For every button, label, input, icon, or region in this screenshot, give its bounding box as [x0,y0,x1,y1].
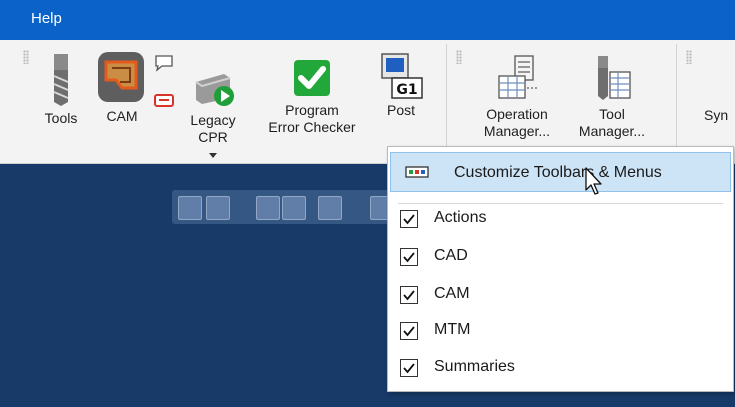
cam-menu-label: CAM [434,285,470,302]
customize-toolbar-icon [405,166,429,178]
group-separator [676,44,677,160]
toolbar-grip[interactable] [23,50,29,64]
legacy-cpr-label-1: Legacy [190,112,236,128]
cam-button[interactable]: CAM [92,50,152,125]
dimension-icon[interactable] [206,196,230,220]
mtm-checkbox[interactable] [400,322,418,340]
floating-view-toolbar [172,190,394,224]
customize-toolbars-label: Customize Toolbars & Menus [454,164,662,181]
tool-manager-label-2: Manager... [578,123,646,139]
menu-item-mtm[interactable]: MTM [400,320,720,344]
checkmark-icon [403,290,415,301]
checkmark-icon [403,214,415,225]
mouse-cursor-icon [585,167,602,195]
cube-icon[interactable] [282,196,306,220]
menu-help[interactable]: Help [31,10,62,27]
tool-manager-button[interactable]: Tool Manager... [564,54,660,140]
program-error-checker-label-1: Program [285,102,339,118]
legacy-cpr-button[interactable]: Legacy CPR [186,68,240,163]
mtm-label: MTM [434,321,471,338]
cam-icon [98,52,144,102]
cad-label: CAD [434,247,468,264]
toolbar-context-menu: Customize Toolbars & Menus Actions CAD C… [387,146,734,392]
legacy-cpr-icon [195,74,234,106]
legacy-cpr-label-2: CPR [198,129,228,145]
speech-bubble-icon[interactable] [154,54,174,72]
customize-toolbars-menu-item[interactable]: Customize Toolbars & Menus [390,152,731,192]
corner-icon[interactable] [318,196,342,220]
dropdown-arrow-icon[interactable] [209,153,217,159]
operation-manager-label-1: Operation [486,106,548,122]
operation-manager-icon [498,55,537,99]
menu-item-summaries[interactable]: Summaries [400,357,720,381]
post-icon: G1 [381,53,423,99]
program-error-checker-button[interactable]: Program Error Checker [252,58,372,136]
tools-button[interactable]: Tools [36,54,86,127]
post-icon-text: G1 [396,82,417,98]
post-label: Post [386,102,415,118]
actions-checkbox[interactable] [400,210,418,228]
toolbar-grip[interactable] [456,50,462,64]
post-button[interactable]: G1 Post [376,52,426,119]
menu-item-cad[interactable]: CAD [400,246,720,270]
cam-checkbox[interactable] [400,286,418,304]
red-tag-icon[interactable] [153,92,175,110]
menu-divider [398,203,723,204]
cad-checkbox[interactable] [400,248,418,266]
menu-bar: Help [0,0,735,40]
program-error-checker-label-2: Error Checker [268,119,356,135]
operation-manager-label-2: Manager... [483,123,551,139]
cam-label: CAM [106,108,138,124]
view-circles-icon[interactable] [178,196,202,220]
group-separator [446,44,447,160]
checkmark-icon [403,252,415,263]
green-check-icon [294,60,330,96]
operation-manager-button[interactable]: Operation Manager... [472,54,562,140]
sync-label: Syn [704,107,729,123]
tools-label: Tools [44,110,78,126]
checkmark-icon [403,326,415,337]
menu-item-actions[interactable]: Actions [400,208,720,232]
sync-button[interactable]: Syn [704,107,734,124]
menu-item-cam[interactable]: CAM [400,284,720,308]
plane-icon[interactable] [256,196,280,220]
summaries-checkbox[interactable] [400,359,418,377]
tool-manager-label-1: Tool [599,106,625,122]
checkmark-icon [403,363,415,374]
toolbar-grip[interactable] [686,50,692,64]
summaries-label: Summaries [434,358,515,375]
actions-label: Actions [434,209,487,226]
tool-manager-icon [598,56,631,100]
end-mill-icon [53,54,69,106]
